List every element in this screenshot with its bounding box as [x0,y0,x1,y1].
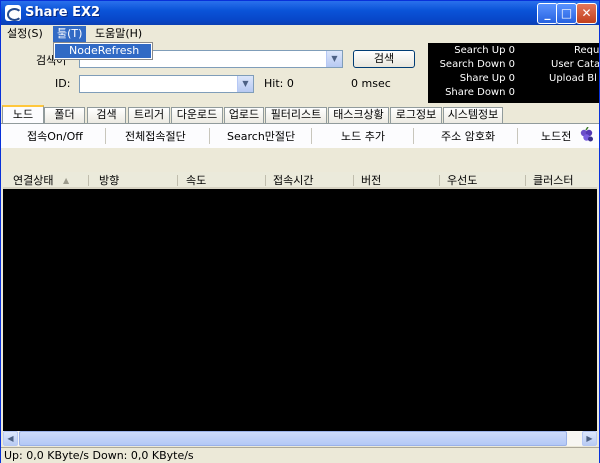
id-combo[interactable]: ▼ [79,75,254,93]
column-header-direction[interactable]: 방향 [99,174,119,187]
tab-node[interactable]: 노드 [2,105,44,123]
node-list-header: 연결상태 ▲ 방향 속도 접속시간 버전 우선도 클러스터 [3,172,597,189]
window-title: Share EX2 [25,5,101,20]
column-header-connect-time[interactable]: 접속시간 [273,174,313,187]
tab-folder[interactable]: 폴더 [44,107,85,123]
toolbar-separator [311,128,312,144]
tab-download[interactable]: 다운로드 [171,107,223,123]
column-divider[interactable] [177,175,178,186]
stat-upload-blocks: Upload Bl [549,73,597,84]
column-divider[interactable] [265,175,266,186]
stats-panel: Search Up 0 Search Down 0 Share Up 0 Sha… [428,43,599,103]
tab-log-info[interactable]: 로그정보 [390,107,442,123]
menu-settings[interactable]: 설정(S) [3,26,47,42]
tab-upload[interactable]: 업로드 [224,107,264,123]
toolbar-separator [105,128,106,144]
app-icon[interactable] [5,5,22,21]
chevron-down-icon[interactable]: ▼ [237,76,253,92]
node-more-button[interactable]: 노드전 [541,128,571,144]
main-window: Share EX2 _ □ ✕ 설정(S) 툴(T) 도움말(H) 검색어 ▼ … [0,0,600,463]
horizontal-scrollbar[interactable]: ◀ ▶ [3,431,597,446]
column-divider[interactable] [525,175,526,186]
stat-user-catalog: User Cata [551,59,599,70]
scroll-thumb[interactable] [19,431,567,446]
column-header-speed[interactable]: 속도 [186,174,206,187]
column-header-priority[interactable]: 우선도 [447,174,477,187]
column-header-version[interactable]: 버전 [361,174,381,187]
tab-trigger[interactable]: 트리거 [128,107,170,123]
title-bar[interactable]: Share EX2 _ □ ✕ [1,1,599,25]
id-label: ID: [55,77,71,90]
column-divider[interactable] [88,175,89,186]
status-bar: Up: 0,0 KByte/s Down: 0,0 KByte/s [1,447,599,463]
stat-requests: Requ [574,45,599,56]
toolbar-separator [517,128,518,144]
encrypt-address-button[interactable]: 주소 암호화 [441,128,495,144]
stat-share-up: Share Up 0 [459,73,515,84]
stat-search-down: Search Down 0 [439,59,515,70]
menu-item-node-refresh[interactable]: NodeRefresh [55,44,151,58]
column-header-connection-state[interactable]: 연결상태 [13,174,53,187]
tab-task-status[interactable]: 태스크상황 [328,107,389,123]
close-button[interactable]: ✕ [576,3,597,24]
menu-tools[interactable]: 툴(T) [53,26,87,42]
tab-search[interactable]: 검색 [87,107,126,123]
menu-help[interactable]: 도움말(H) [91,26,146,42]
add-node-button[interactable]: 노드 추가 [341,128,385,144]
search-button[interactable]: 검색 [353,50,415,68]
chevron-down-icon[interactable]: ▼ [326,51,342,67]
node-toolbar: 접속On/Off 전체접속절단 Search만절단 노드 추가 주소 암호화 노… [1,123,599,148]
menu-bar: 설정(S) 툴(T) 도움말(H) [1,25,599,43]
minimize-button[interactable]: _ [537,3,558,24]
tab-strip: 노드 폴더 검색 트리거 다운로드 업로드 필터리스트 태스크상황 로그정보 시… [1,105,599,123]
tab-system-info[interactable]: 시스템정보 [443,107,503,123]
tools-menu-dropdown: NodeRefresh [53,42,153,60]
node-list[interactable] [3,172,597,431]
sort-ascending-icon: ▲ [63,176,70,185]
connect-toggle-button[interactable]: 접속On/Off [27,128,83,144]
grapes-icon[interactable] [578,127,595,144]
tab-filter-list[interactable]: 필터리스트 [265,107,327,123]
search-only-cut-button[interactable]: Search만절단 [227,128,295,144]
transfer-speed-status: Up: 0,0 KByte/s Down: 0,0 KByte/s [4,449,194,462]
scroll-right-icon[interactable]: ▶ [582,431,597,446]
hit-count: Hit: 0 [264,77,294,90]
stat-share-down: Share Down 0 [445,87,515,98]
scroll-left-icon[interactable]: ◀ [3,431,18,446]
toolbar-separator [209,128,210,144]
stat-search-up: Search Up 0 [454,45,515,56]
column-divider[interactable] [353,175,354,186]
disconnect-all-button[interactable]: 전체접속절단 [125,128,186,144]
column-header-cluster[interactable]: 클러스터 [533,174,573,187]
column-divider[interactable] [439,175,440,186]
maximize-button[interactable]: □ [556,3,577,24]
search-time: 0 msec [351,77,391,90]
toolbar-separator [413,128,414,144]
